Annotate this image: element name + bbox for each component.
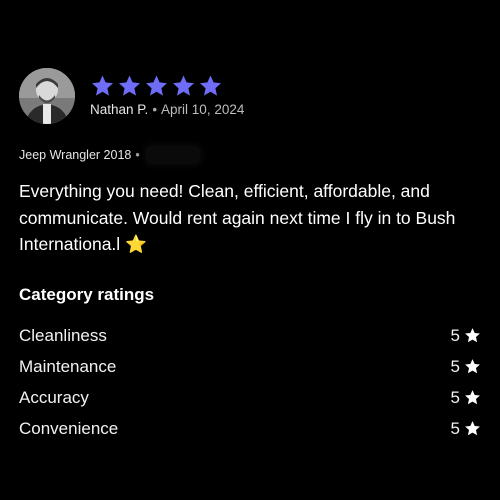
- star-icon: [465, 390, 480, 405]
- category-score: 5: [451, 388, 481, 408]
- vehicle-info: Jeep Wrangler 2018 •: [19, 146, 200, 164]
- redacted-block: [145, 146, 200, 164]
- category-ratings-title: Category ratings: [19, 285, 155, 304]
- category-score-value: 5: [450, 387, 460, 407]
- category-score: 5: [451, 357, 481, 377]
- review-text: Everything you need! Clean, efficient, a…: [19, 178, 487, 259]
- review-header: Nathan P. • April 10, 2024: [19, 68, 244, 124]
- star-icon: [92, 75, 113, 96]
- review-body: Everything you need! Clean, efficient, a…: [19, 181, 456, 254]
- category-label: Cleanliness: [19, 325, 107, 345]
- star-icon: [465, 359, 480, 374]
- category-score-value: 5: [450, 418, 460, 438]
- vehicle-name: Jeep Wrangler 2018: [19, 148, 132, 162]
- category-ratings-list: Cleanliness 5 Maintenance 5 Accuracy 5 C…: [19, 320, 481, 444]
- star-icon: [173, 75, 194, 96]
- category-score-value: 5: [450, 356, 460, 376]
- star-icon: [146, 75, 167, 96]
- avatar: [19, 68, 75, 124]
- star-emoji-icon: ⭐: [125, 235, 147, 255]
- reviewer-name: Nathan P.: [90, 101, 149, 117]
- category-row-accuracy: Accuracy 5: [19, 382, 481, 413]
- category-score: 5: [451, 326, 481, 346]
- reviewer-info: Nathan P. • April 10, 2024: [90, 74, 244, 117]
- meta-separator: •: [152, 101, 158, 117]
- category-label: Convenience: [19, 418, 119, 438]
- review-card: Nathan P. • April 10, 2024 Jeep Wrangler 2…: [0, 0, 500, 500]
- reviewer-meta: Nathan P. • April 10, 2024: [90, 102, 244, 117]
- category-row-cleanliness: Cleanliness 5: [19, 320, 481, 351]
- star-icon: [465, 421, 480, 436]
- star-icon: [119, 75, 140, 96]
- category-score-value: 5: [450, 325, 460, 345]
- category-row-convenience: Convenience 5: [19, 413, 481, 444]
- category-label: Maintenance: [19, 356, 117, 376]
- star-rating: [90, 74, 244, 98]
- category-label: Accuracy: [19, 387, 89, 407]
- vehicle-separator: •: [135, 148, 140, 162]
- star-icon: [200, 75, 221, 96]
- category-score: 5: [451, 419, 481, 439]
- review-date: April 10, 2024: [161, 101, 245, 117]
- star-icon: [465, 328, 480, 343]
- category-row-maintenance: Maintenance 5: [19, 351, 481, 382]
